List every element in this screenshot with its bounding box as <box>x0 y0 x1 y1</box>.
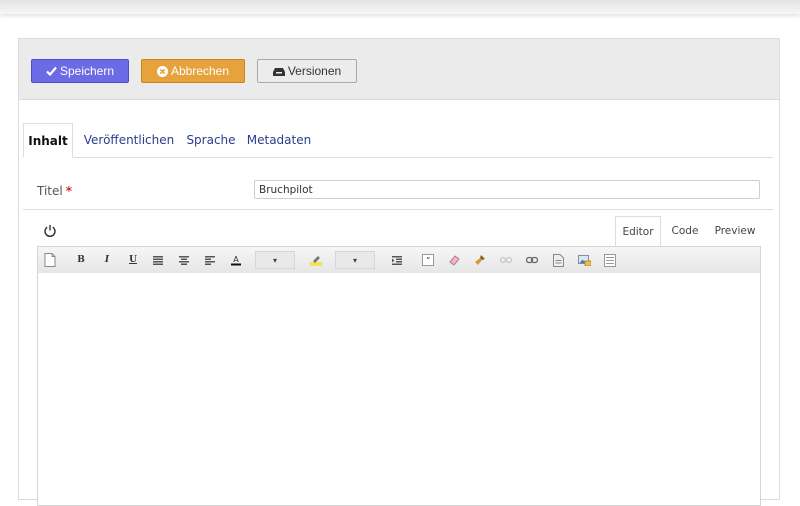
tab-preview[interactable]: Preview <box>709 216 761 246</box>
align-left-icon[interactable] <box>202 251 218 269</box>
insert-file-icon[interactable] <box>550 251 566 269</box>
indent-icon[interactable] <box>389 251 405 269</box>
cancel-label: Abbrechen <box>170 64 230 78</box>
form-divider <box>23 209 773 210</box>
italic-icon[interactable]: I <box>99 251 115 269</box>
eraser-icon[interactable] <box>446 251 462 269</box>
title-input[interactable] <box>254 180 760 199</box>
new-document-icon[interactable] <box>42 251 58 269</box>
text-color-icon[interactable]: A <box>228 251 244 269</box>
format-dropdown[interactable]: ▾ <box>335 251 375 269</box>
editor-view-tabs: Editor Code Preview <box>615 216 763 247</box>
top-bar <box>0 0 800 14</box>
clear-format-brush-icon[interactable] <box>472 251 488 269</box>
tab-editor[interactable]: Editor <box>615 216 661 247</box>
unlink-icon[interactable] <box>498 251 514 269</box>
x-circle-icon <box>156 65 168 77</box>
tab-metadaten[interactable]: Metadaten <box>247 123 311 157</box>
rich-text-editor: B I U A ▾ ▾ “ <box>37 246 761 506</box>
archive-icon <box>272 67 285 76</box>
underline-icon[interactable]: U <box>125 251 141 269</box>
power-icon[interactable] <box>43 224 57 238</box>
highlight-icon[interactable] <box>308 251 324 269</box>
required-marker: * <box>65 184 72 198</box>
save-button[interactable]: Speichern <box>31 59 129 83</box>
bold-icon[interactable]: B <box>73 251 89 269</box>
svg-text:“: “ <box>426 256 430 265</box>
align-center-icon[interactable] <box>176 251 192 269</box>
blockquote-icon[interactable]: “ <box>420 251 436 269</box>
tab-bar: Inhalt Veröffentlichen Sprache Metadaten <box>23 123 773 158</box>
edit-panel: Speichern Abbrechen Versionen Inhalt Ver… <box>18 38 780 506</box>
check-icon <box>46 66 57 76</box>
editor-content-area[interactable] <box>38 273 760 505</box>
tab-code[interactable]: Code <box>665 216 705 246</box>
title-label-text: Titel <box>37 184 63 198</box>
tab-sprache[interactable]: Sprache <box>186 123 236 157</box>
title-label: Titel * <box>37 184 72 198</box>
tab-veroeffentlichen[interactable]: Veröffentlichen <box>83 123 175 157</box>
save-label: Speichern <box>59 64 115 78</box>
versions-label: Versionen <box>287 64 342 78</box>
action-bar: Speichern Abbrechen Versionen <box>19 39 779 100</box>
insert-image-icon[interactable] <box>576 251 592 269</box>
tab-inhalt[interactable]: Inhalt <box>23 123 73 158</box>
align-justify-icon[interactable] <box>150 251 166 269</box>
cancel-button[interactable]: Abbrechen <box>141 59 245 83</box>
horizontal-rule-icon[interactable] <box>602 251 618 269</box>
svg-text:A: A <box>233 255 239 264</box>
link-icon[interactable] <box>524 251 540 269</box>
editor-toolbar: B I U A ▾ ▾ “ <box>38 247 760 274</box>
font-size-dropdown[interactable]: ▾ <box>255 251 295 269</box>
versions-button[interactable]: Versionen <box>257 59 357 83</box>
